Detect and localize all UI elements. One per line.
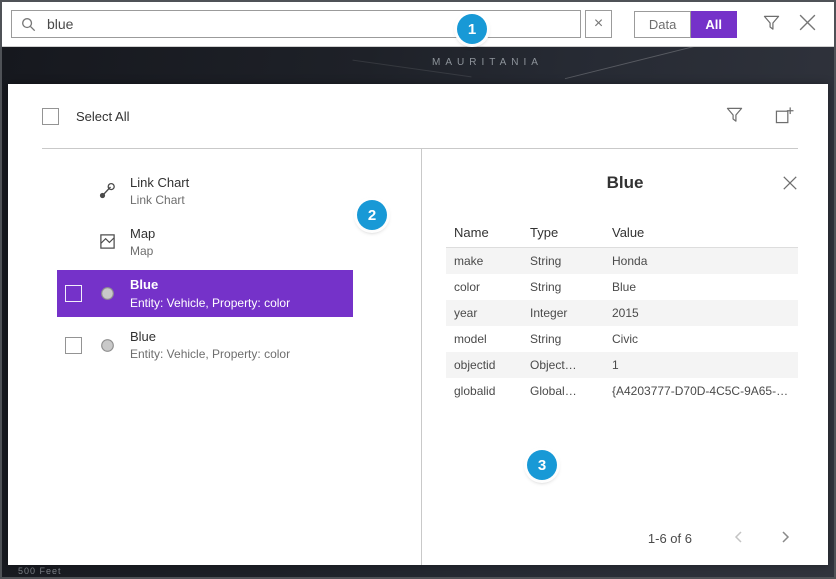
cell-type: String [530,254,612,268]
results-header: Select All [42,84,798,149]
results-body: Link Chart Link Chart Map Map [8,149,828,565]
list-item-blue[interactable]: Blue Entity: Vehicle, Property: color [57,323,353,368]
table-row: objectid Object… 1 [446,352,798,378]
item-text: Map Map [130,226,155,259]
previous-page-button[interactable] [730,528,748,549]
list-item-link-chart[interactable]: Link Chart Link Chart [57,169,353,214]
item-subtitle: Entity: Vehicle, Property: color [130,296,290,310]
entity-icon [97,284,117,304]
item-checkbox[interactable] [65,285,82,302]
cell-value: {A4203777-D70D-4C5C-9A65-C… [612,384,790,398]
filter-icon [726,107,743,126]
table-rows: make String Honda color String Blue year… [446,248,798,404]
add-to-selection-button[interactable] [770,102,798,130]
cell-type: Global… [530,384,612,398]
cell-type: String [530,280,612,294]
table-row: color String Blue [446,274,798,300]
clear-icon: × [594,16,603,32]
filter-button[interactable] [753,6,789,42]
search-box [11,10,581,38]
search-scope-toggle: Data All [634,11,737,38]
cell-value: Honda [612,254,790,268]
column-header-name: Name [454,225,530,240]
map-region-label: MAURITANIA [432,57,543,68]
item-title: Map [130,226,155,242]
cell-name: globalid [454,384,530,398]
list-item-blue-selected[interactable]: Blue Entity: Vehicle, Property: color [57,270,353,317]
item-title: Link Chart [130,175,189,191]
search-icon [21,17,36,32]
add-to-selection-icon [775,106,794,127]
search-input[interactable] [45,15,571,33]
item-checkbox[interactable] [65,337,82,354]
pagination: 1-6 of 6 [648,528,794,549]
cell-type: String [530,332,612,346]
cell-name: model [454,332,530,346]
table-row: globalid Global… {A4203777-D70D-4C5C-9A6… [446,378,798,404]
map-icon [97,232,117,252]
table-row: make String Honda [446,248,798,274]
column-header-value: Value [612,225,790,240]
cell-value: Civic [612,332,790,346]
properties-table: Name Type Value make String Honda color … [446,217,798,404]
item-text: Blue Entity: Vehicle, Property: color [130,277,290,310]
map-scale-label: 500 Feet [18,566,62,576]
chevron-right-icon [778,530,792,547]
search-toolbar: × Data All [2,2,834,47]
callout-badge-2: 2 [357,200,387,230]
select-all-checkbox[interactable] [42,108,59,125]
cell-type: Object… [530,358,612,372]
table-row: model String Civic [446,326,798,352]
scope-all-button[interactable]: All [691,11,737,38]
scope-data-button[interactable]: Data [634,11,691,38]
cell-name: make [454,254,530,268]
search-results-panel: Select All [8,84,828,565]
select-all-label: Select All [76,109,129,124]
app-window: MAURITANIA 500 Feet × Data All 1 2 3 [0,0,836,579]
item-subtitle: Entity: Vehicle, Property: color [130,347,290,361]
item-text: Blue Entity: Vehicle, Property: color [130,329,290,362]
results-header-actions [720,102,798,130]
item-subtitle: Map [130,244,155,258]
detail-pane: Blue Name Type Value m [422,149,828,565]
callout-badge-1: 1 [457,14,487,44]
item-text: Link Chart Link Chart [130,175,189,208]
cell-name: year [454,306,530,320]
table-header: Name Type Value [446,217,798,248]
cell-type: Integer [530,306,612,320]
filter-icon [763,15,780,34]
detail-header: Blue [422,173,828,193]
link-chart-icon [97,181,117,201]
item-title: Blue [130,329,290,345]
next-page-button[interactable] [776,528,794,549]
cell-name: objectid [454,358,530,372]
close-search-button[interactable] [789,6,825,42]
detail-title: Blue [607,173,644,192]
table-row: year Integer 2015 [446,300,798,326]
cell-value: Blue [612,280,790,294]
column-header-type: Type [530,225,612,240]
clear-search-button[interactable]: × [585,10,612,38]
close-icon [798,13,817,35]
list-item-map[interactable]: Map Map [57,220,353,265]
chevron-left-icon [732,530,746,547]
item-subtitle: Link Chart [130,193,189,207]
cell-name: color [454,280,530,294]
item-title: Blue [130,277,290,293]
entity-icon [97,335,117,355]
close-detail-button[interactable] [780,173,800,196]
close-icon [782,179,798,194]
cell-value: 1 [612,358,790,372]
results-filter-button[interactable] [720,102,748,130]
callout-badge-3: 3 [527,450,557,480]
pagination-label: 1-6 of 6 [648,531,692,546]
cell-value: 2015 [612,306,790,320]
